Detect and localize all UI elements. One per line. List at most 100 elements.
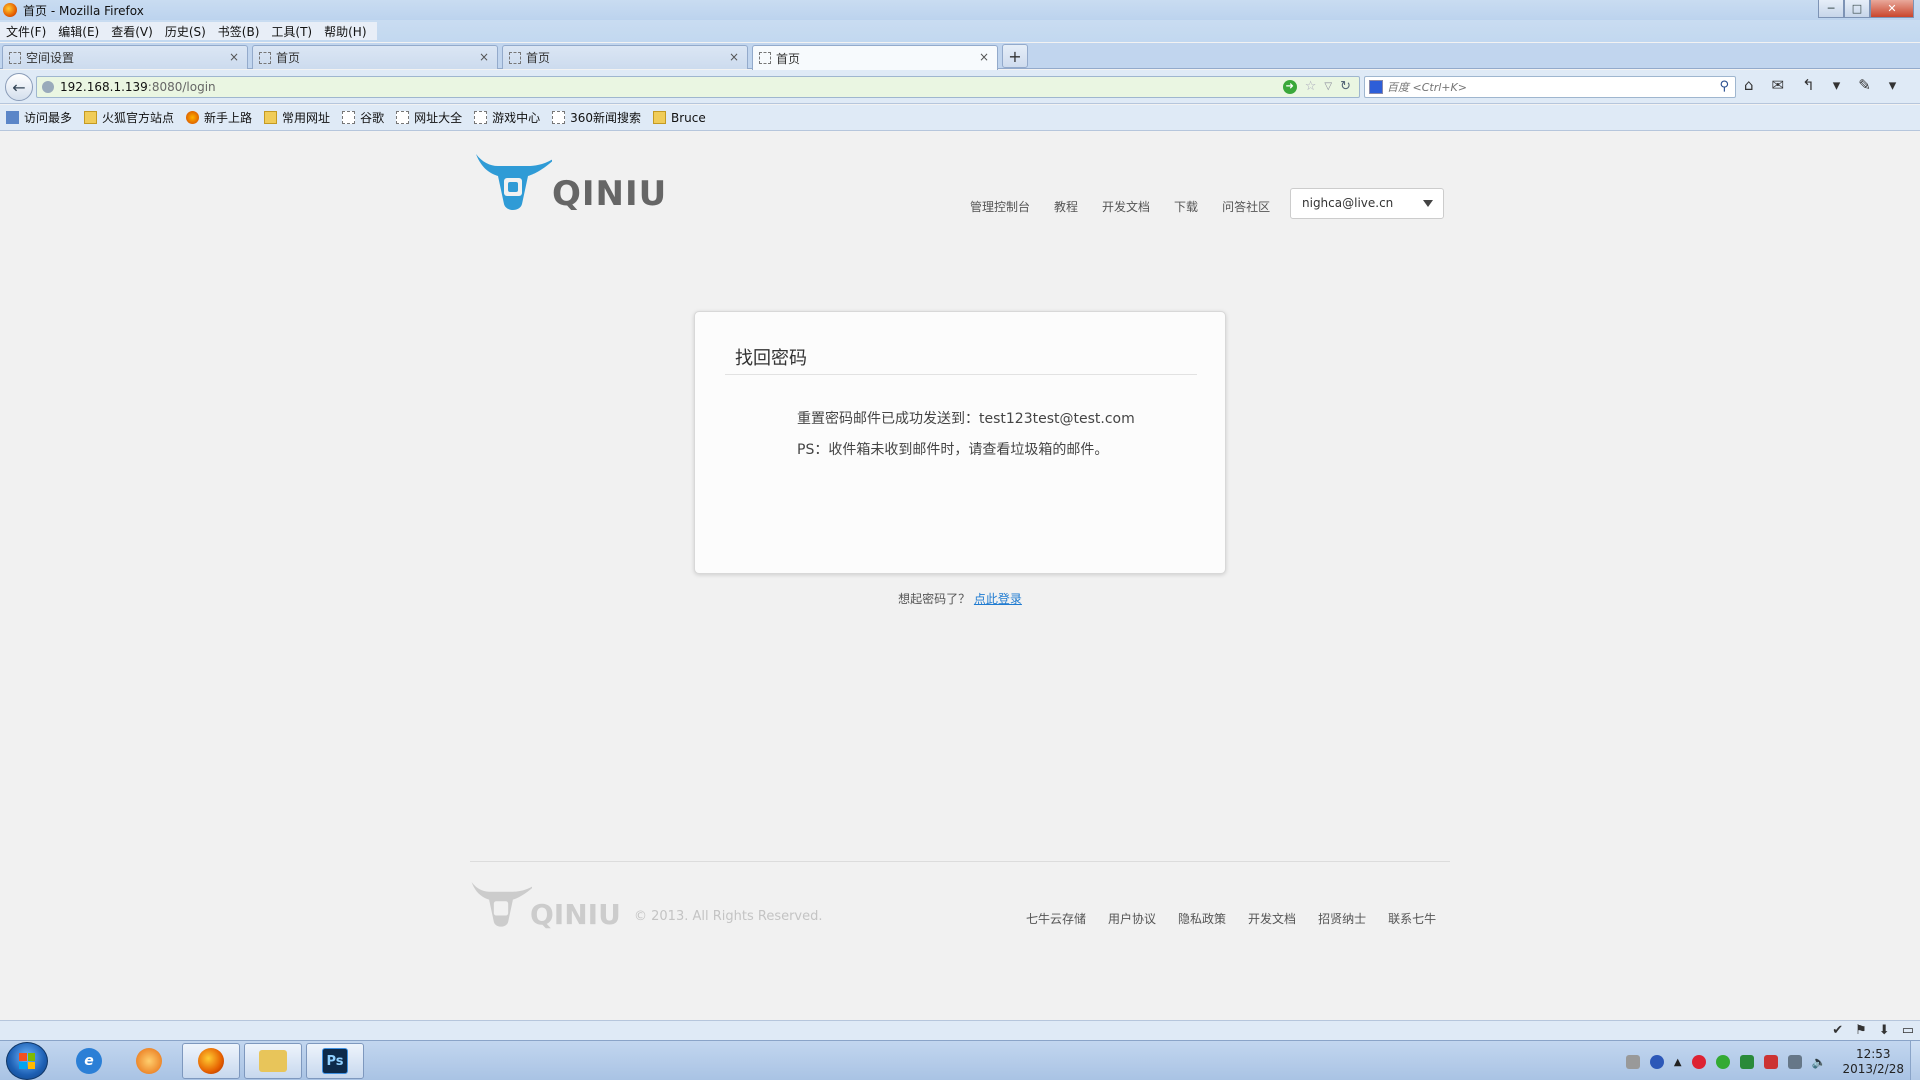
download-icon[interactable]: ⬇	[1879, 1023, 1890, 1038]
window-icon[interactable]: ▭	[1902, 1023, 1914, 1038]
footer-link-docs[interactable]: 开发文档	[1248, 910, 1296, 927]
footer-logo-text: QINIU	[530, 898, 621, 931]
footer-link-careers[interactable]: 招贤纳士	[1318, 910, 1366, 927]
qq-icon[interactable]	[1691, 1055, 1706, 1069]
go-icon[interactable]: ➜	[1282, 79, 1297, 94]
nav-tools: ⌂ ✉ ↰ ▾ ✎ ▾	[1744, 76, 1896, 94]
menu-tools[interactable]: 工具(T)	[265, 23, 318, 40]
browser-status-bar: ✔ ⚑ ⬇ ▭	[0, 1020, 1920, 1040]
back-arrow-icon: ←	[12, 77, 26, 97]
most-visited-icon	[6, 111, 19, 124]
new-tab-button[interactable]: +	[1002, 44, 1028, 68]
window-titlebar: 首页 - Mozilla Firefox ─ □ ✕	[0, 0, 1920, 20]
recover-password-card: 找回密码 重置密码邮件已成功发送到：test123test@test.com P…	[694, 311, 1226, 574]
search-icon[interactable]: ⚲	[1719, 79, 1729, 94]
taskbar-internet-explorer[interactable]: e	[60, 1043, 118, 1079]
site-identity-icon[interactable]	[42, 81, 54, 93]
nav-docs[interactable]: 开发文档	[1102, 198, 1150, 215]
bookmark-bruce[interactable]: Bruce	[653, 111, 706, 125]
nav-tutorials[interactable]: 教程	[1054, 198, 1078, 215]
menu-edit[interactable]: 编辑(E)	[52, 23, 105, 40]
footer-link-privacy[interactable]: 隐私政策	[1178, 910, 1226, 927]
network-icon[interactable]	[1787, 1055, 1802, 1069]
chevron-down-icon[interactable]: ▾	[1833, 76, 1841, 94]
internet-explorer-icon: e	[76, 1048, 102, 1074]
search-engine-icon[interactable]	[1369, 80, 1383, 94]
flag-icon[interactable]: ⚑	[1855, 1023, 1867, 1038]
taskbar-app-swirl[interactable]	[120, 1043, 178, 1079]
bookmark-google[interactable]: 谷歌	[342, 109, 384, 126]
nav-community[interactable]: 问答社区	[1222, 198, 1270, 215]
tab-space-settings[interactable]: 空间设置 ×	[2, 45, 248, 69]
maximize-button[interactable]: □	[1844, 0, 1870, 18]
mail-icon[interactable]: ✉	[1772, 76, 1785, 94]
share-icon[interactable]: ↰	[1802, 76, 1815, 94]
bookmark-star-icon[interactable]: ☆	[1305, 79, 1317, 94]
addon-bar-icon[interactable]: ✔	[1832, 1023, 1843, 1038]
show-desktop-button[interactable]	[1910, 1041, 1920, 1080]
menu-help[interactable]: 帮助(H)	[318, 23, 372, 40]
footer-link-terms[interactable]: 用户协议	[1108, 910, 1156, 927]
tab-home-2[interactable]: 首页 ×	[502, 45, 748, 69]
minimize-button[interactable]: ─	[1818, 0, 1844, 18]
firefox-icon	[198, 1048, 224, 1074]
tab-home-1[interactable]: 首页 ×	[252, 45, 498, 69]
security-icon[interactable]	[1715, 1055, 1730, 1069]
tray-expand-icon[interactable]: ▲	[1674, 1057, 1682, 1068]
taskbar-firefox[interactable]	[182, 1043, 240, 1079]
tab-close-button[interactable]: ×	[729, 50, 739, 64]
chevron-down-icon[interactable]: ▾	[1889, 76, 1897, 94]
menu-history[interactable]: 历史(S)	[159, 23, 212, 40]
help-icon[interactable]	[1649, 1055, 1664, 1069]
card-title: 找回密码	[735, 348, 807, 369]
bookmark-site-directory[interactable]: 网址大全	[396, 109, 462, 126]
bookmark-most-visited[interactable]: 访问最多	[6, 109, 72, 126]
bookmark-game-center[interactable]: 游戏中心	[474, 109, 540, 126]
user-account-dropdown[interactable]: nighca@live.cn	[1290, 188, 1444, 219]
keyboard-icon[interactable]	[1625, 1055, 1640, 1069]
bull-head-icon	[471, 882, 539, 927]
url-host: 192.168.1.139	[60, 80, 148, 94]
footer-link-contact[interactable]: 联系七牛	[1388, 910, 1436, 927]
addon-icon[interactable]: ✎	[1858, 76, 1871, 94]
tab-close-button[interactable]: ×	[229, 50, 239, 64]
search-input[interactable]	[1387, 80, 1687, 94]
menu-view[interactable]: 查看(V)	[105, 23, 159, 40]
bookmark-label: 访问最多	[24, 111, 73, 125]
bookmark-getting-started[interactable]: 新手上路	[186, 109, 252, 126]
address-bar[interactable]: 192.168.1.139 :8080/login ➜ ☆ ▽ ↻	[36, 76, 1360, 98]
bookmark-firefox-official[interactable]: 火狐官方站点	[84, 109, 174, 126]
tab-close-button[interactable]: ×	[479, 50, 489, 64]
bookmark-label: 常用网址	[282, 111, 331, 125]
bookmark-360-news[interactable]: 360新闻搜索	[552, 109, 641, 126]
login-link[interactable]: 点此登录	[974, 592, 1022, 606]
home-icon[interactable]: ⌂	[1744, 76, 1754, 94]
taskbar-photoshop[interactable]: Ps	[306, 1043, 364, 1079]
page-icon	[759, 52, 771, 64]
footer-links: 七牛云存储 用户协议 隐私政策 开发文档 招贤纳士 联系七牛	[1026, 910, 1436, 927]
volume-icon[interactable]: 🔈	[1812, 1055, 1827, 1069]
dropdown-history-icon[interactable]: ▽	[1324, 81, 1332, 92]
spam-hint-message: PS：收件箱未收到邮件时，请查看垃圾箱的邮件。	[797, 442, 1109, 458]
clock[interactable]: 12:53 2013/2/28	[1842, 1047, 1904, 1077]
menu-file[interactable]: 文件(F)	[0, 23, 52, 40]
nav-downloads[interactable]: 下载	[1174, 198, 1198, 215]
antivirus-icon[interactable]	[1763, 1055, 1778, 1069]
close-window-button[interactable]: ✕	[1870, 0, 1914, 18]
menu-bookmarks[interactable]: 书签(B)	[212, 23, 266, 40]
search-bar[interactable]: ⚲	[1364, 76, 1736, 98]
taskbar-file-explorer[interactable]	[244, 1043, 302, 1079]
qiniu-logo[interactable]: QINIU	[474, 152, 666, 216]
bookmark-label: 谷歌	[360, 111, 385, 125]
start-button[interactable]	[6, 1042, 48, 1080]
bookmark-common-sites[interactable]: 常用网址	[264, 109, 330, 126]
tab-close-button[interactable]: ×	[979, 50, 989, 64]
back-button[interactable]: ←	[5, 73, 33, 101]
copyright: © 2013. All Rights Reserved.	[634, 909, 823, 924]
tab-label: 首页	[776, 51, 801, 66]
shield-icon[interactable]	[1739, 1055, 1754, 1069]
reload-icon[interactable]: ↻	[1340, 79, 1351, 94]
tab-home-active[interactable]: 首页 ×	[752, 45, 998, 70]
footer-link-qiniu-storage[interactable]: 七牛云存储	[1026, 910, 1086, 927]
nav-console[interactable]: 管理控制台	[970, 198, 1030, 215]
